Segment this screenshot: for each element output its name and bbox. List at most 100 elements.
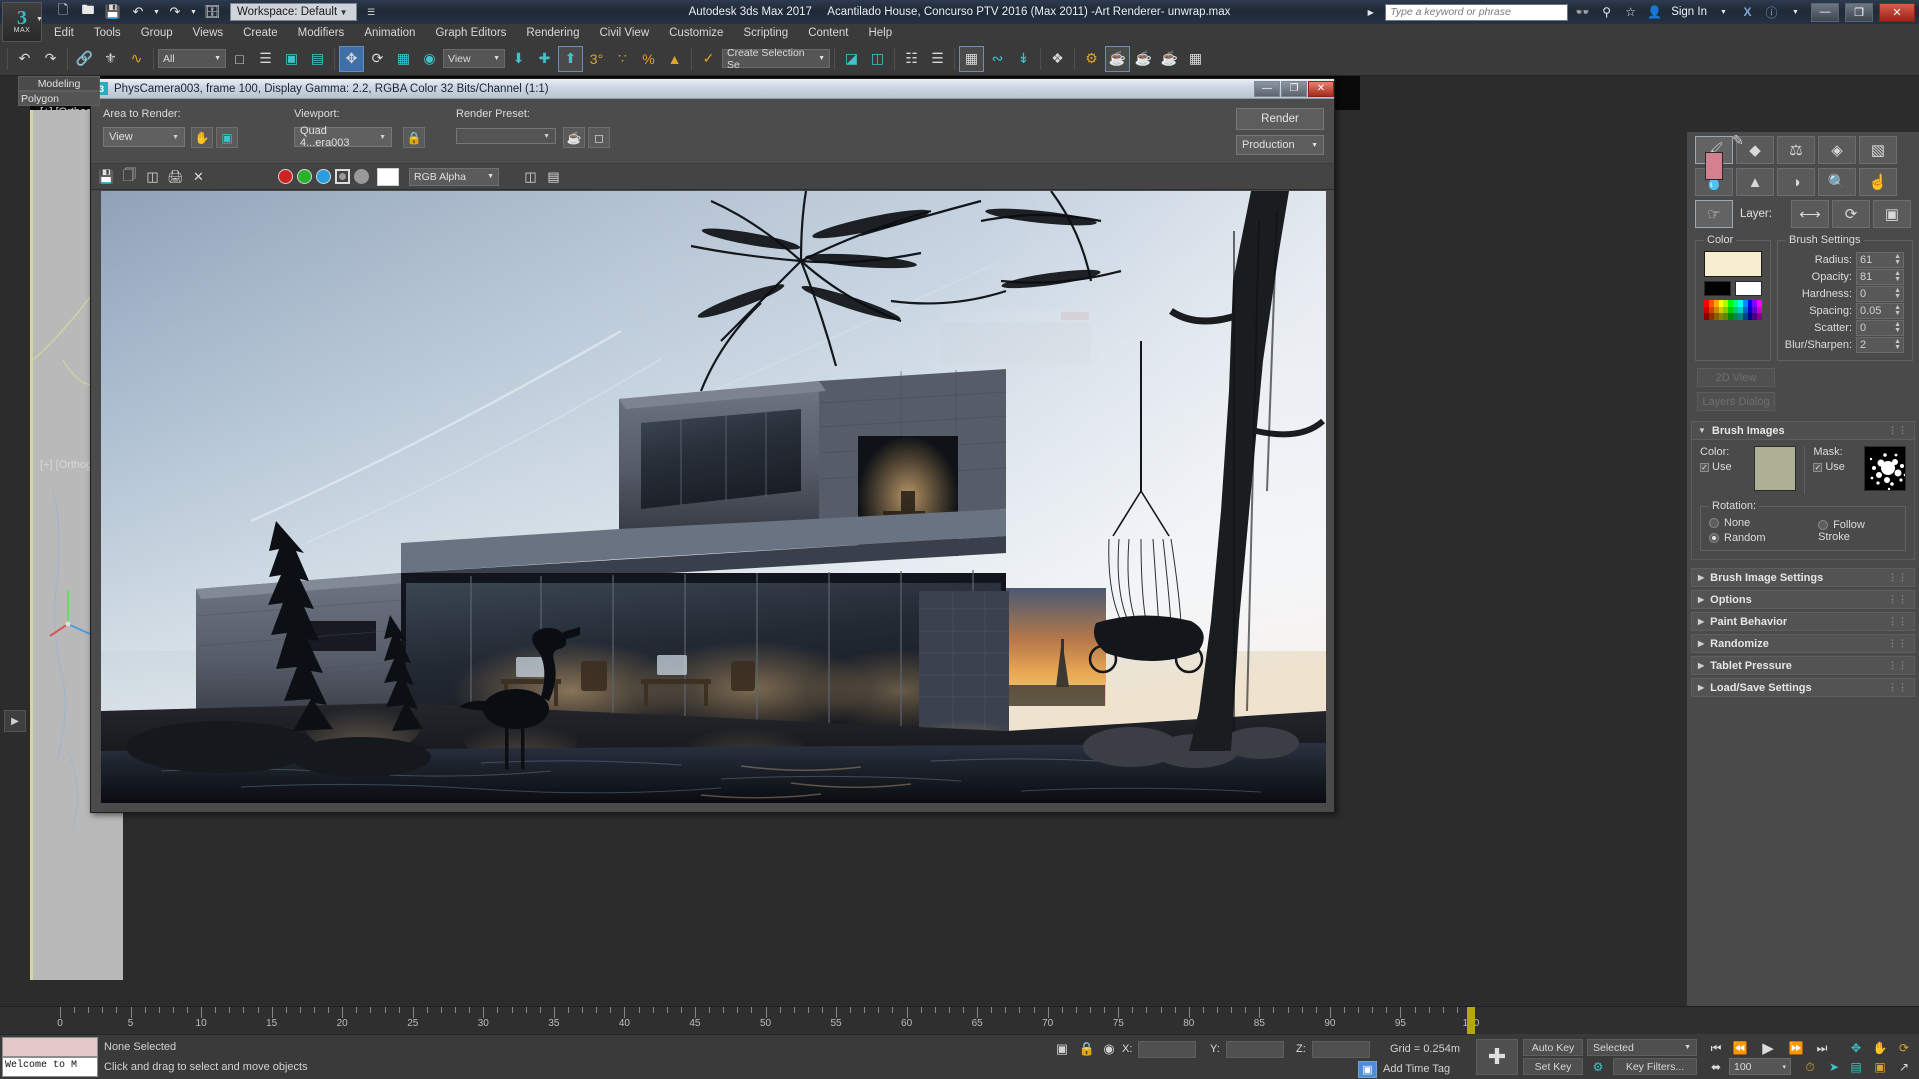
mono-channel-dot[interactable] [354, 169, 369, 184]
render-in-cloud-icon[interactable]: ▦ [1183, 46, 1208, 72]
selection-lock-icon[interactable]: 🔒 [1078, 1040, 1096, 1058]
scene-explorer-icon[interactable]: ☰ [925, 46, 950, 72]
dodge-burn-icon[interactable]: ◑ [1777, 168, 1815, 196]
auto-key-button[interactable]: Auto Key [1523, 1039, 1583, 1056]
brush-color-use-checkbox[interactable]: ✓Use [1700, 461, 1748, 473]
menu-item-edit[interactable]: Edit [44, 26, 84, 40]
opacity-spinner[interactable]: 81 ▲▼ [1856, 269, 1904, 285]
spinner-snap-icon[interactable]: % [636, 46, 661, 72]
key-mode-icon[interactable]: ➤ [1823, 1058, 1845, 1076]
fill-icon[interactable]: ◈ [1818, 136, 1856, 164]
isolate-selection-icon[interactable]: ▣ [1052, 1040, 1072, 1058]
radius-spinner[interactable]: 61 ▲▼ [1856, 252, 1904, 268]
smudge-hand-icon[interactable]: ☝ [1859, 168, 1897, 196]
workspace-selector[interactable]: Workspace: Default ▼ [230, 3, 357, 21]
chevron-down-icon[interactable]: ▼ [36, 16, 43, 23]
absolute-relative-icon[interactable]: ◉ [1100, 1040, 1118, 1058]
search-binoculars-icon[interactable]: 👓 [1573, 3, 1592, 21]
workspace-menu-icon[interactable]: ☰ [360, 2, 382, 22]
rollout-brush-images[interactable]: ▼ Brush Images ⋮⋮ [1691, 421, 1915, 440]
named-selection-combo[interactable]: Create Selection Se ▼ [722, 49, 830, 68]
key-mode-toggle-icon[interactable]: ⚙ [1587, 1058, 1609, 1075]
material-editor-icon[interactable]: ⚙ [1079, 46, 1104, 72]
sign-in-button[interactable]: Sign In [1669, 6, 1709, 18]
menu-item-customize[interactable]: Customize [659, 26, 733, 40]
color-clipboard-swatch[interactable] [1705, 152, 1723, 180]
window-crossing-icon[interactable]: ▤ [305, 46, 330, 72]
rollout-paint-behavior[interactable]: ▶ Paint Behavior ⋮⋮ [1691, 612, 1915, 631]
layers-dialog-button[interactable]: Layers Dialog [1697, 392, 1775, 411]
current-frame-arrows-icon[interactable]: ⬌ [1705, 1058, 1727, 1076]
go-to-start-icon[interactable]: ⏮ [1705, 1039, 1727, 1057]
angle-snap-icon[interactable]: 3° [584, 46, 609, 72]
pan-view-icon[interactable]: ✋ [1869, 1039, 1891, 1057]
eyedropper-icon[interactable]: ✎ [1727, 126, 1749, 154]
window-maximize-button[interactable]: ❐ [1845, 3, 1873, 22]
render-window-maximize-button[interactable]: ❐ [1281, 81, 1307, 97]
menu-item-graph-editors[interactable]: Graph Editors [425, 26, 516, 40]
viewport-combo[interactable]: Quad 4...era003 ▼ [294, 127, 392, 147]
maximize-viewport-icon[interactable]: ↗ [1893, 1058, 1915, 1076]
new-file-icon[interactable]: 🗋 [52, 2, 74, 22]
infocenter-expand-icon[interactable]: ▶ [1361, 3, 1380, 21]
field-of-view-icon[interactable]: ▤ [1845, 1058, 1867, 1076]
y-field[interactable] [1226, 1041, 1284, 1058]
play-animation-icon[interactable]: ▶ [1755, 1039, 1781, 1057]
track-bar[interactable]: 0510152025303540455055606570758085909510… [0, 1006, 1919, 1034]
timeline-ruler[interactable]: 0510152025303540455055606570758085909510… [58, 1007, 1479, 1035]
clone-rendered-frame-icon[interactable]: ◫ [143, 167, 162, 187]
rollout-randomize[interactable]: ▶ Randomize ⋮⋮ [1691, 634, 1915, 653]
zoom-magnifier-icon[interactable]: 🔍 [1818, 168, 1856, 196]
render-window-minimize-button[interactable]: — [1254, 81, 1280, 97]
go-to-end-icon[interactable]: ⏭ [1811, 1039, 1833, 1057]
set-key-button[interactable]: Set Key [1523, 1058, 1583, 1075]
rotation-random-radio[interactable]: Random [1709, 532, 1818, 544]
previous-frame-icon[interactable]: ⏪ [1729, 1039, 1751, 1057]
use-pivot-center-icon[interactable]: ⬇ [506, 46, 531, 72]
select-by-name-icon[interactable]: ☰ [253, 46, 278, 72]
chevron-down-icon[interactable]: ▼ [1786, 3, 1805, 21]
select-and-move-icon[interactable]: ✥ [339, 46, 364, 72]
z-field[interactable] [1312, 1041, 1370, 1058]
alpha-channel-dot[interactable] [335, 169, 350, 184]
lock-viewport-icon[interactable]: 🔒 [403, 127, 425, 148]
maxscript-listener-input[interactable]: Welcome to M [2, 1057, 98, 1077]
edit-region-icon[interactable]: ✋ [191, 127, 213, 148]
copy-image-icon[interactable]: 🗍 [120, 167, 139, 187]
render-production-icon[interactable]: ☕ [1157, 46, 1182, 72]
scatter-spinner[interactable]: 0 ▲▼ [1856, 320, 1904, 336]
clone-stamp-icon[interactable]: ⚖ [1777, 136, 1815, 164]
open-file-icon[interactable]: 🖿 [77, 2, 99, 22]
spinner-snap-toggle-icon[interactable]: ▲ [662, 46, 687, 72]
area-to-render-combo[interactable]: View ▼ [103, 127, 185, 147]
2d-view-button[interactable]: 2D View [1697, 368, 1775, 387]
rendered-frame-window[interactable]: 3 PhysCamera003, frame 100, Display Gamm… [90, 78, 1335, 813]
toggle-ui-icon[interactable]: ▤ [544, 167, 563, 187]
favorites-star-icon[interactable]: ☆ [1621, 3, 1640, 21]
menu-item-create[interactable]: Create [233, 26, 288, 40]
unlink-icon[interactable]: ⚜ [98, 46, 123, 72]
blue-channel-dot[interactable] [316, 169, 331, 184]
motion-paths-icon[interactable]: ↡ [1011, 46, 1036, 72]
rotate-layer-icon[interactable]: ⟳ [1832, 200, 1870, 228]
render-button[interactable]: Render [1236, 108, 1324, 130]
gradient-icon[interactable]: ▧ [1859, 136, 1897, 164]
set-key-big-button[interactable]: ✚ [1476, 1039, 1518, 1075]
percent-snap-icon[interactable]: ∵ [610, 46, 635, 72]
render-setup-icon[interactable]: ☕ [1105, 46, 1130, 72]
menu-item-group[interactable]: Group [131, 26, 183, 40]
key-filters-button[interactable]: Key Filters... [1613, 1058, 1697, 1075]
menu-item-rendering[interactable]: Rendering [516, 26, 589, 40]
maxscript-listener-output[interactable] [2, 1037, 98, 1057]
undo-icon[interactable]: ↶ [12, 46, 37, 72]
orbit-icon[interactable]: ⟳ [1893, 1039, 1915, 1057]
add-time-tag-label[interactable]: Add Time Tag [1383, 1063, 1450, 1075]
sharpen-triangle-icon[interactable]: ▲ [1736, 168, 1774, 196]
bind-spacewarp-icon[interactable]: ∿ [124, 46, 149, 72]
reference-coordinate-combo[interactable]: View ▼ [443, 49, 505, 68]
key-filter-set-combo[interactable]: Selected ▼ [1587, 1039, 1697, 1056]
rollout-tablet-pressure[interactable]: ▶ Tablet Pressure ⋮⋮ [1691, 656, 1915, 675]
menu-item-views[interactable]: Views [183, 26, 233, 40]
green-channel-dot[interactable] [297, 169, 312, 184]
undo-icon[interactable]: ↶ [127, 2, 149, 22]
